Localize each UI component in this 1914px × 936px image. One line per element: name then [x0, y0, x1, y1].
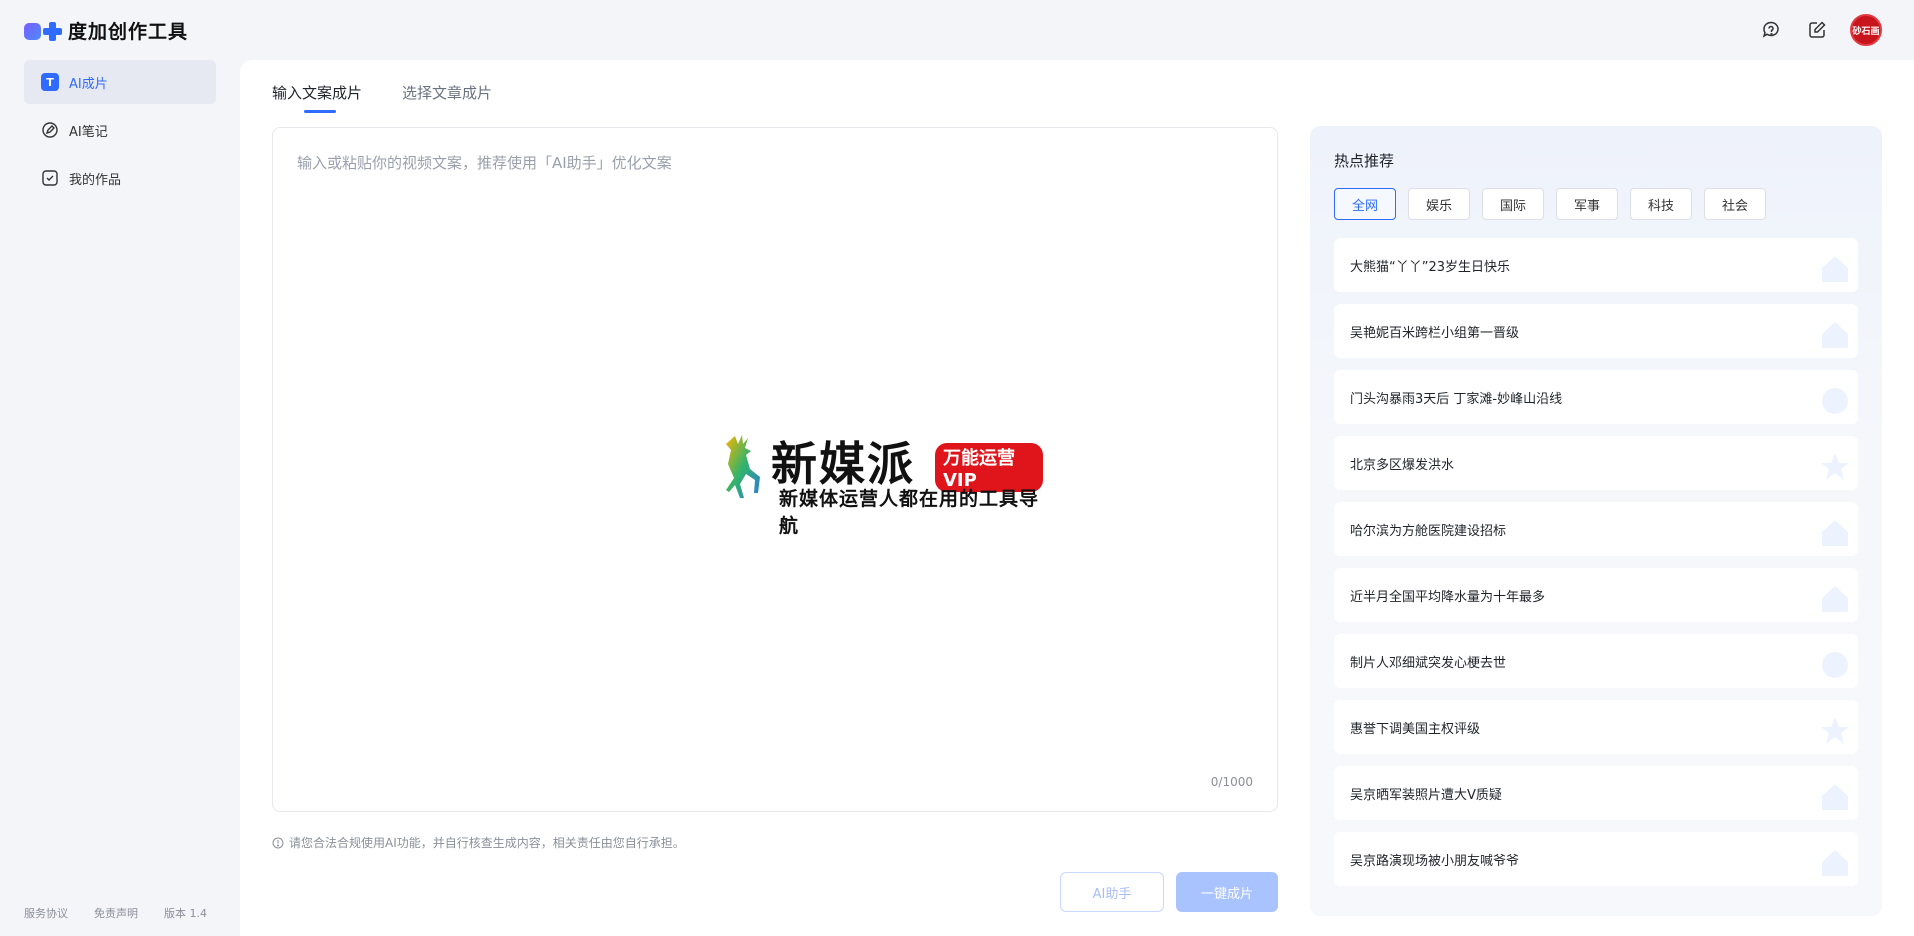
hot-item-text: 门头沟暴雨3天后 丁家滩-妙峰山沿线	[1350, 391, 1563, 407]
hot-item-text: 近半月全国平均降水量为十年最多	[1350, 589, 1546, 605]
info-icon	[272, 837, 284, 848]
hot-item-text: 吴艳妮百米跨栏小组第一晋级	[1350, 325, 1520, 341]
category-tech[interactable]: 科技	[1630, 188, 1692, 220]
hot-item-text: 大熊猫“丫丫”23岁生日快乐	[1350, 259, 1511, 275]
hot-title: 热点推荐	[1334, 152, 1395, 170]
app-title: 度加创作工具	[68, 21, 189, 43]
hot-item[interactable]: 哈尔滨为方舱医院建设招标	[1334, 502, 1858, 556]
hot-item[interactable]: 吴艳妮百米跨栏小组第一晋级	[1334, 304, 1858, 358]
hot-item[interactable]: 近半月全国平均降水量为十年最多	[1334, 568, 1858, 622]
star-icon	[1821, 717, 1849, 744]
hot-item[interactable]: 北京多区爆发洪水	[1334, 436, 1858, 490]
house-icon	[1822, 256, 1848, 282]
hot-item-text: 制片人邓细斌突发心梗去世	[1350, 655, 1507, 671]
feedback-icon[interactable]	[1758, 17, 1784, 43]
sidebar-item-label: AI笔记	[69, 124, 108, 140]
logo-mark-icon	[24, 19, 64, 43]
char-counter: 0/1000	[1210, 775, 1253, 789]
terms-link[interactable]: 服务协议	[24, 905, 68, 921]
version-label: 版本 1.4	[164, 907, 207, 920]
hot-item-text: 吴京晒军装照片遭大V质疑	[1350, 787, 1502, 803]
top-actions: 砂石画	[1758, 14, 1882, 46]
category-all[interactable]: 全网	[1334, 188, 1396, 220]
sidebar-item-label: 我的作品	[69, 172, 122, 188]
house-icon	[1822, 850, 1848, 876]
hot-item[interactable]: 门头沟暴雨3天后 丁家滩-妙峰山沿线	[1334, 370, 1858, 424]
flame-icon	[1822, 388, 1848, 414]
hot-item[interactable]: 吴京路演现场被小朋友喊爷爷	[1334, 832, 1858, 886]
hot-category-tabs: 全网 娱乐 国际 军事 科技 社会	[1334, 188, 1766, 220]
top-bar: 度加创作工具 砂石画	[0, 0, 1914, 58]
notice-text: 请您合法合规使用AI功能，并自行核查生成内容，相关责任由您自行承担。	[289, 836, 685, 850]
disclaimer-link[interactable]: 免责声明	[94, 905, 138, 921]
compliance-notice: 请您合法合规使用AI功能，并自行核查生成内容，相关责任由您自行承担。	[272, 834, 685, 851]
t-icon: T	[41, 73, 59, 91]
edit-icon[interactable]	[1804, 17, 1830, 43]
hot-item-text: 吴京路演现场被小朋友喊爷爷	[1350, 853, 1520, 869]
star-icon	[1821, 453, 1849, 480]
sidebar-item-ai-video[interactable]: T AI成片	[24, 60, 216, 104]
hot-list: 大熊猫“丫丫”23岁生日快乐 吴艳妮百米跨栏小组第一晋级 门头沟暴雨3天后 丁家…	[1334, 238, 1858, 898]
tab-select-article[interactable]: 选择文章成片	[402, 82, 492, 113]
sidebar: T AI成片 AI笔记 我的作品	[24, 60, 216, 204]
generate-video-button[interactable]: 一键成片	[1176, 872, 1278, 912]
avatar[interactable]: 砂石画	[1850, 14, 1882, 46]
category-society[interactable]: 社会	[1704, 188, 1766, 220]
hot-item[interactable]: 吴京晒军装照片遭大V质疑	[1334, 766, 1858, 820]
ai-assistant-button[interactable]: AI助手	[1060, 872, 1164, 912]
flame-icon	[1822, 652, 1848, 678]
hot-item[interactable]: 制片人邓细斌突发心梗去世	[1334, 634, 1858, 688]
app-logo[interactable]: 度加创作工具	[24, 17, 188, 44]
sidebar-item-label: AI成片	[69, 76, 108, 92]
script-input[interactable]	[273, 128, 1277, 811]
sidebar-item-my-works[interactable]: 我的作品	[24, 156, 216, 200]
pen-icon	[41, 121, 59, 139]
category-international[interactable]: 国际	[1482, 188, 1544, 220]
hot-item-text: 惠誉下调美国主权评级	[1350, 721, 1481, 737]
hot-panel: 热点推荐 全网 娱乐 国际 军事 科技 社会 大熊猫“丫丫”23岁生日快乐 吴艳…	[1310, 126, 1882, 916]
sidebar-footer: 服务协议 免责声明 版本 1.4	[24, 905, 207, 921]
tab-input-script[interactable]: 输入文案成片	[272, 82, 362, 113]
house-icon	[1822, 520, 1848, 546]
main-panel: 输入文案成片 选择文章成片 新媒派 万能运营VIP 新媒体运营人都在用的工具导航…	[240, 60, 1914, 936]
category-military[interactable]: 军事	[1556, 188, 1618, 220]
hot-item[interactable]: 惠誉下调美国主权评级	[1334, 700, 1858, 754]
hot-item-text: 哈尔滨为方舱医院建设招标	[1350, 523, 1507, 539]
hot-item-text: 北京多区爆发洪水	[1350, 457, 1455, 473]
script-editor: 新媒派 万能运营VIP 新媒体运营人都在用的工具导航 0/1000	[272, 127, 1278, 812]
house-icon	[1822, 322, 1848, 348]
house-icon	[1822, 586, 1848, 612]
tab-bar: 输入文案成片 选择文章成片	[272, 82, 492, 113]
hot-item[interactable]: 大熊猫“丫丫”23岁生日快乐	[1334, 238, 1858, 292]
house-icon	[1822, 784, 1848, 810]
category-entertainment[interactable]: 娱乐	[1408, 188, 1470, 220]
sidebar-item-ai-notes[interactable]: AI笔记	[24, 108, 216, 152]
check-box-icon	[41, 169, 59, 187]
